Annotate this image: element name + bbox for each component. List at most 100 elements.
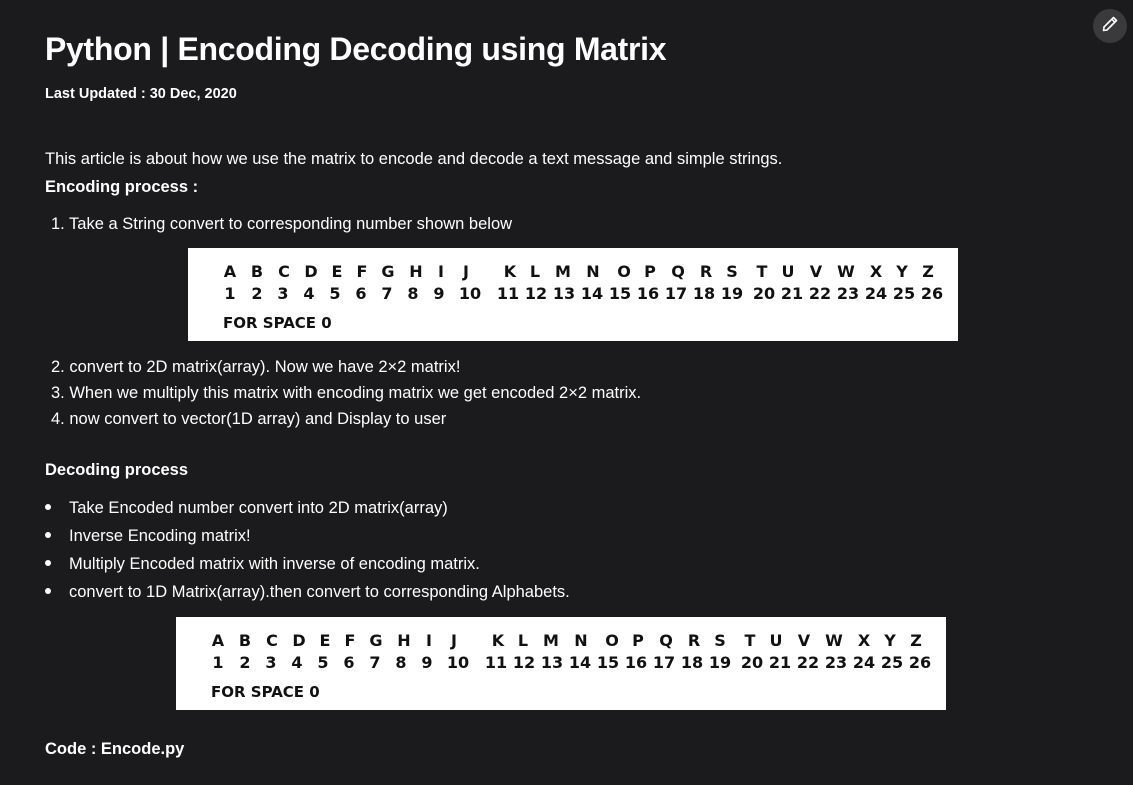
table-number: 17	[652, 653, 676, 672]
table-number: 7	[369, 653, 381, 672]
table-number: 4	[303, 284, 315, 303]
table-letter: M	[555, 262, 571, 281]
table-letter: M	[543, 631, 559, 650]
table-letter: W	[837, 262, 855, 281]
table-number: 14	[568, 653, 592, 672]
table-number: 12	[512, 653, 536, 672]
pencil-icon	[1100, 14, 1120, 39]
table-number: 21	[768, 653, 792, 672]
table-letter: G	[369, 631, 383, 650]
table-letter: J	[451, 631, 457, 650]
bullet-icon	[45, 503, 51, 510]
table-number: 20	[752, 284, 776, 303]
table-letter: L	[517, 631, 529, 650]
table-number: 23	[824, 653, 848, 672]
table-number: 7	[381, 284, 393, 303]
encoding-step-4: 4. now convert to vector(1D array) and D…	[51, 410, 447, 428]
table-letter: F	[344, 631, 356, 650]
decoding-step: Multiply Encoded matrix with inverse of …	[45, 554, 480, 574]
table-number: 23	[836, 284, 860, 303]
table-number: 26	[920, 284, 944, 303]
table-letter: T	[756, 262, 768, 281]
table-number: 5	[317, 653, 329, 672]
table-letter: G	[381, 262, 395, 281]
table-letter: D	[304, 262, 318, 281]
table-number: 16	[624, 653, 648, 672]
table-letter: D	[292, 631, 306, 650]
bullet-icon	[45, 559, 51, 566]
table-number: 22	[808, 284, 832, 303]
table-number: 2	[239, 653, 251, 672]
table-number: 19	[708, 653, 732, 672]
table-letter: X	[857, 631, 871, 650]
table-number: 26	[908, 653, 932, 672]
table-number: 15	[596, 653, 620, 672]
encoding-heading: Encoding process :	[45, 178, 199, 196]
intro-paragraph: This article is about how we use the mat…	[45, 150, 783, 168]
table-letter: Q	[659, 631, 673, 650]
table-letter: C	[278, 262, 290, 281]
table-number: 8	[407, 284, 419, 303]
table-letter: S	[726, 262, 738, 281]
table-number: 6	[343, 653, 355, 672]
table-number: 4	[291, 653, 303, 672]
table-number: 17	[664, 284, 688, 303]
table-letter: E	[331, 262, 343, 281]
table-letter: J	[463, 262, 469, 281]
table-letter: Y	[884, 631, 896, 650]
table-letter: U	[769, 631, 783, 650]
table-number: 3	[277, 284, 289, 303]
table-number: 25	[892, 284, 916, 303]
table-letter: N	[574, 631, 588, 650]
table-letter: F	[356, 262, 368, 281]
table-number: 18	[692, 284, 716, 303]
table-letter: N	[586, 262, 600, 281]
table-letter: B	[238, 631, 252, 650]
table-number: 16	[636, 284, 660, 303]
table-number: 2	[251, 284, 263, 303]
table-letter: U	[781, 262, 795, 281]
alphabet-number-table: A B C D E F G H I J K L M N O P Q R S T U V W X Y Z 1 2 3 4 5 6 7 8 9 10 11 1…	[176, 617, 946, 710]
table-number: 11	[496, 284, 520, 303]
table-letter: B	[250, 262, 264, 281]
table-letter: I	[438, 262, 444, 281]
table-letter: A	[223, 262, 237, 281]
alphabet-number-table: A B C D E F G H I J K L M N O P Q R S T U V W X Y Z 1 2 3 4 5 6 7 8 9 10 11 1…	[188, 248, 958, 341]
table-number: 24	[864, 284, 888, 303]
page-title: Python | Encoding Decoding using Matrix	[45, 31, 667, 67]
table-number: 13	[540, 653, 564, 672]
table-number: 22	[796, 653, 820, 672]
table-number: 6	[355, 284, 367, 303]
table-number: 13	[552, 284, 576, 303]
bullet-icon	[45, 587, 51, 594]
space-note: FOR SPACE 0	[223, 314, 332, 332]
table-letter: Z	[922, 262, 934, 281]
decoding-step: Take Encoded number convert into 2D matr…	[45, 498, 448, 518]
table-letter: P	[632, 631, 644, 650]
last-updated-date: Last Updated : 30 Dec, 2020	[45, 86, 237, 102]
decoding-heading: Decoding process	[45, 461, 189, 479]
table-number: 5	[329, 284, 341, 303]
table-number: 10	[446, 653, 470, 672]
table-letter: Z	[910, 631, 922, 650]
table-letter: C	[266, 631, 278, 650]
table-letter: R	[699, 262, 713, 281]
table-letter: V	[797, 631, 811, 650]
table-number: 19	[720, 284, 744, 303]
table-letter: T	[744, 631, 756, 650]
table-number: 20	[740, 653, 764, 672]
table-letter: K	[491, 631, 505, 650]
table-number: 21	[780, 284, 804, 303]
decoding-step: Inverse Encoding matrix!	[45, 526, 251, 546]
table-letter: P	[644, 262, 656, 281]
table-letter: R	[687, 631, 701, 650]
table-number: 10	[458, 284, 482, 303]
space-note: FOR SPACE 0	[211, 683, 320, 701]
table-number: 1	[224, 284, 236, 303]
table-number: 3	[265, 653, 277, 672]
edit-button[interactable]	[1093, 9, 1127, 43]
table-letter: E	[319, 631, 331, 650]
table-number: 8	[395, 653, 407, 672]
table-letter: W	[825, 631, 843, 650]
encoding-step-3: 3. When we multiply this matrix with enc…	[51, 384, 642, 402]
